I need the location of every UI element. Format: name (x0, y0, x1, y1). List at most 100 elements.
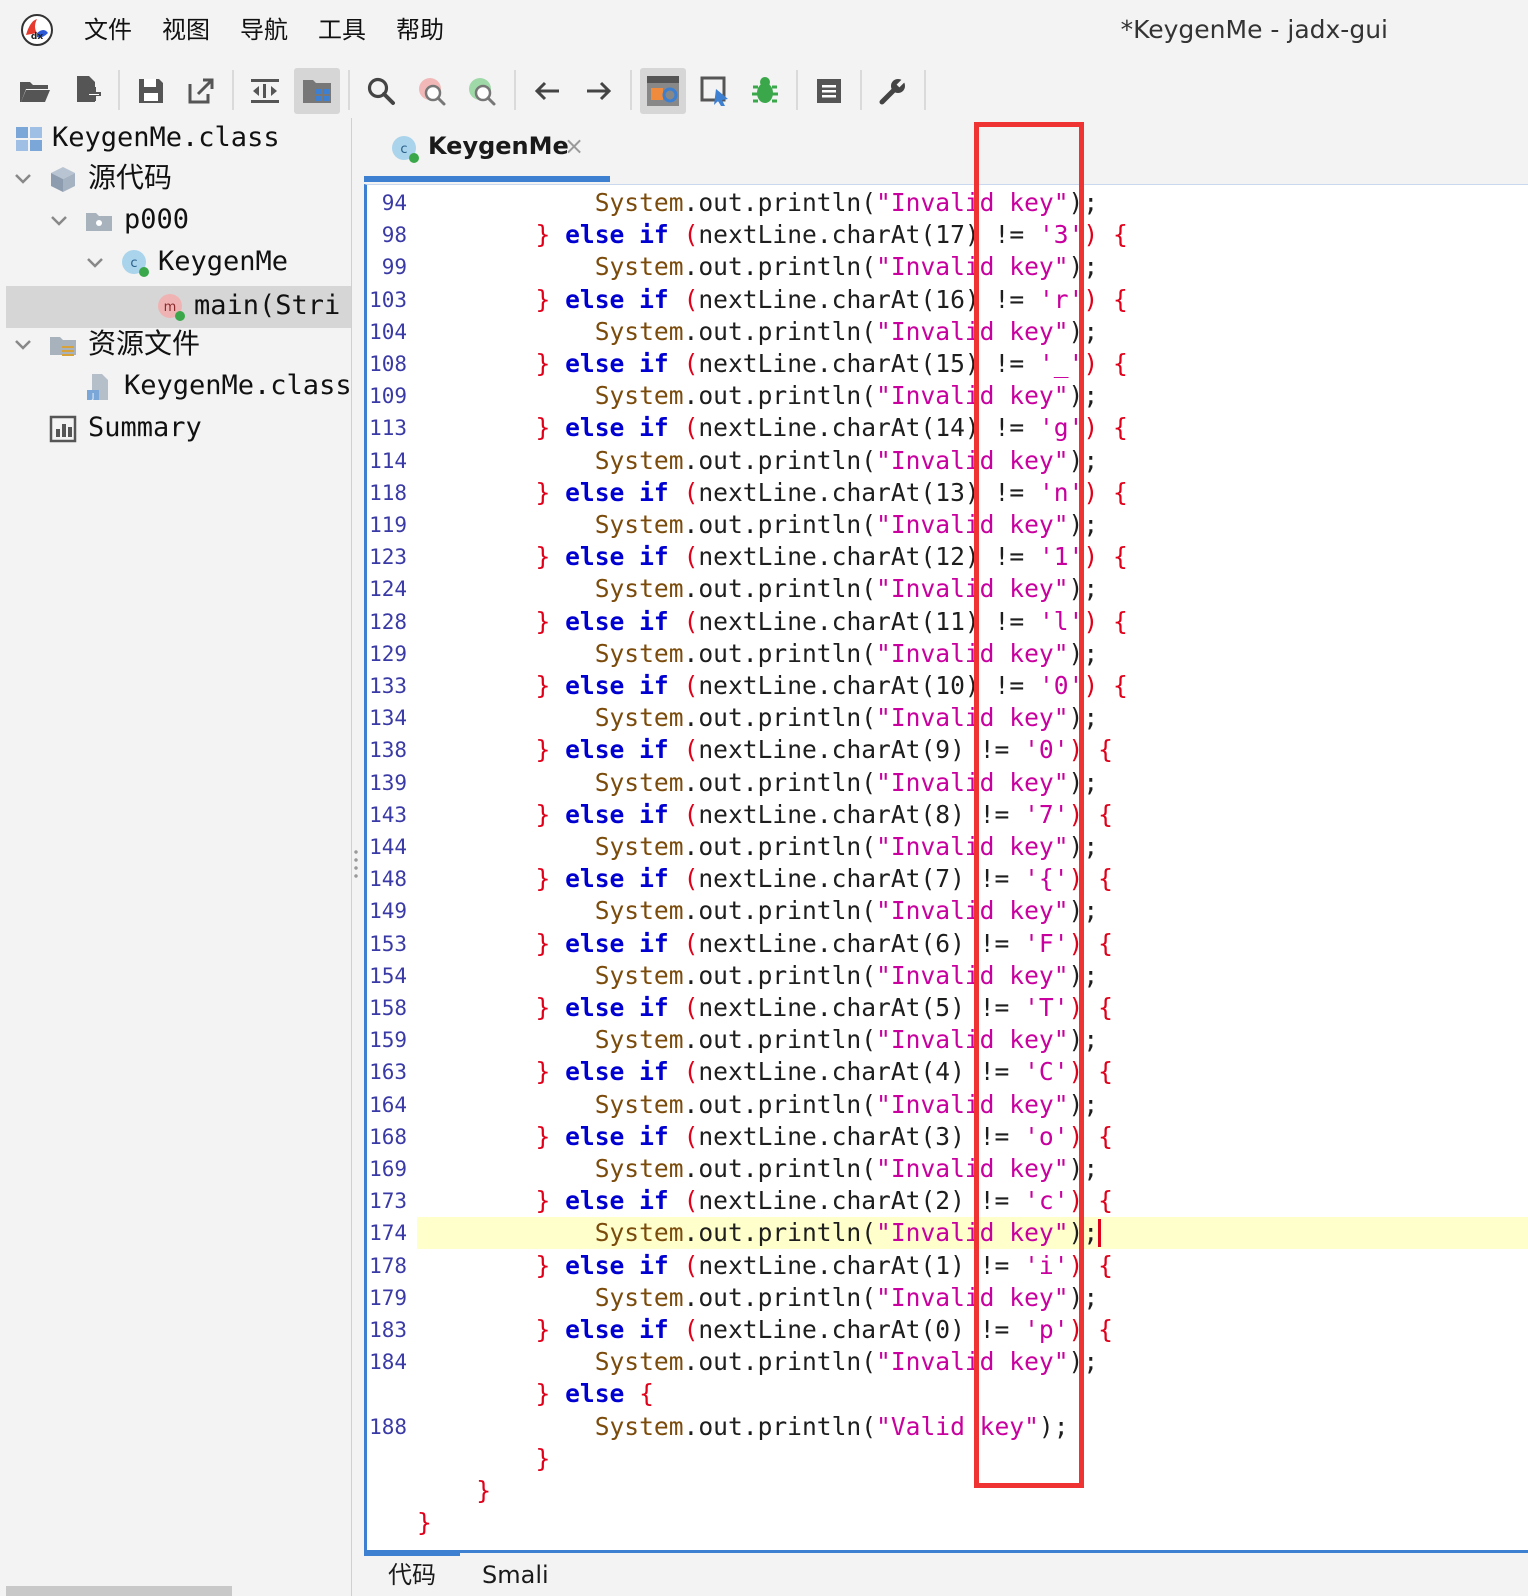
code-line[interactable]: 184 System.out.println("Invalid key"); (367, 1346, 1528, 1378)
code-line[interactable]: } (367, 1475, 1528, 1507)
code-token: "Invalid key" (876, 638, 1069, 668)
code-line[interactable]: 94 System.out.println("Invalid key"); (367, 187, 1528, 219)
tab-keygenme[interactable]: c KeygenMe × (364, 118, 610, 184)
tree-item-class[interactable]: c KeygenMe (6, 242, 351, 284)
code-editor[interactable]: 94 System.out.println("Invalid key"); 98 … (364, 184, 1528, 1550)
code-line[interactable]: } (367, 1507, 1528, 1539)
chevron-down-icon[interactable] (82, 250, 108, 276)
tab-smali[interactable]: Smali (482, 1559, 549, 1591)
code-token: ); (1068, 1154, 1099, 1183)
code-line[interactable]: 134 System.out.println("Invalid key"); (367, 702, 1528, 734)
code-line[interactable]: 114 System.out.println("Invalid key"); (367, 445, 1528, 477)
code-token: .out.println( (683, 1282, 877, 1312)
code-line[interactable]: 159 System.out.println("Invalid key"); (367, 1024, 1528, 1056)
menu-navigation[interactable]: 导航 (240, 14, 288, 46)
code-line[interactable]: 144 System.out.println("Invalid key"); (367, 831, 1528, 863)
tree-horizontal-scrollbar[interactable] (6, 1586, 232, 1596)
tree-item-summary[interactable]: Summary (6, 408, 351, 450)
code-line[interactable]: 123 } else if (nextLine.charAt(12) != '1… (367, 541, 1528, 573)
quark-button[interactable] (692, 68, 738, 114)
code-line[interactable]: 118 } else if (nextLine.charAt(13) != 'n… (367, 477, 1528, 509)
code-line[interactable]: 163 } else if (nextLine.charAt(4) != 'C'… (367, 1056, 1528, 1088)
code-line[interactable]: 188 System.out.println("Valid key"); (367, 1411, 1528, 1443)
preferences-button[interactable] (870, 68, 916, 114)
chevron-down-icon[interactable] (10, 332, 36, 358)
tree-item-root[interactable]: KeygenMe.class (6, 118, 351, 160)
code-line[interactable]: 158 } else if (nextLine.charAt(5) != 'T'… (367, 992, 1528, 1024)
save-button[interactable] (128, 68, 174, 114)
tree-item-source-code[interactable]: 源代码 (6, 158, 351, 200)
menu-file[interactable]: 文件 (84, 14, 132, 46)
code-token: .out.println( (683, 188, 877, 217)
code-line[interactable]: 149 System.out.println("Invalid key"); (367, 895, 1528, 927)
search-button[interactable] (358, 68, 404, 114)
back-button[interactable] (524, 68, 570, 114)
code-line[interactable]: 103 } else if (nextLine.charAt(16) != 'r… (367, 284, 1528, 316)
code-line[interactable]: 119 System.out.println("Invalid key"); (367, 509, 1528, 541)
tree-item-package[interactable]: p000 (6, 200, 351, 242)
code-line[interactable]: 128 } else if (nextLine.charAt(11) != 'l… (367, 606, 1528, 638)
code-line[interactable]: 148 } else if (nextLine.charAt(7) != '{'… (367, 863, 1528, 895)
chevron-down-icon[interactable] (46, 208, 72, 234)
code-token: System (594, 960, 684, 990)
menu-view[interactable]: 视图 (162, 14, 210, 46)
code-line[interactable]: 183 } else if (nextLine.charAt(0) != 'p'… (367, 1314, 1528, 1346)
code-line[interactable]: 168 } else if (nextLine.charAt(3) != 'o'… (367, 1121, 1528, 1153)
code-line[interactable]: 179 System.out.println("Invalid key"); (367, 1282, 1528, 1314)
debugger-button[interactable] (742, 68, 788, 114)
line-number: 173 (369, 1189, 407, 1214)
code-line[interactable]: 153 } else if (nextLine.charAt(6) != 'F'… (367, 928, 1528, 960)
code-token: { (1098, 993, 1113, 1022)
code-line[interactable]: 178 } else if (nextLine.charAt(1) != 'i'… (367, 1250, 1528, 1282)
code-line[interactable]: 99 System.out.println("Invalid key"); (367, 251, 1528, 283)
deobfuscation-button[interactable] (640, 68, 686, 114)
code-token: .out.println( (683, 1347, 877, 1377)
code-line[interactable]: 139 System.out.println("Invalid key"); (367, 767, 1528, 799)
tab-code[interactable]: 代码 (388, 1559, 436, 1591)
flatten-packages-button[interactable] (294, 68, 340, 114)
log-viewer-button[interactable] (806, 68, 852, 114)
code-token: ( (683, 1186, 699, 1216)
code-line[interactable]: } (367, 1443, 1528, 1475)
tree-item-method[interactable]: m main(Stri (6, 286, 351, 328)
code-line[interactable]: 129 System.out.println("Invalid key"); (367, 638, 1528, 670)
code-line[interactable]: 143 } else if (nextLine.charAt(8) != '7'… (367, 799, 1528, 831)
tree-item-resource-file[interactable]: J KeygenMe.class (6, 366, 351, 408)
panel-splitter[interactable] (352, 118, 360, 1596)
code-line[interactable]: 174 System.out.println("Invalid key"); (367, 1217, 1528, 1250)
code-line[interactable]: 113 } else if (nextLine.charAt(14) != 'g… (367, 412, 1528, 444)
code-line[interactable]: 138 } else if (nextLine.charAt(9) != '0'… (367, 734, 1528, 766)
close-icon[interactable]: × (564, 132, 584, 160)
code-line[interactable]: 164 System.out.println("Invalid key"); (367, 1089, 1528, 1121)
sync-editor-button[interactable] (242, 68, 288, 114)
code-line[interactable]: 169 System.out.println("Invalid key"); (367, 1153, 1528, 1185)
bottom-tab-bar: 代码 Smali (364, 1550, 1528, 1596)
open-file-button[interactable] (12, 68, 58, 114)
code-line[interactable]: 108 } else if (nextLine.charAt(15) != '_… (367, 348, 1528, 380)
find-class-button[interactable] (410, 68, 456, 114)
menu-tools[interactable]: 工具 (318, 14, 366, 46)
code-token: ) (1068, 1250, 1084, 1280)
code-token: "Invalid key" (876, 767, 1069, 797)
chevron-down-icon[interactable] (10, 166, 36, 192)
code-line[interactable]: 109 System.out.println("Invalid key"); (367, 380, 1528, 412)
class-icon: c (392, 136, 419, 163)
add-files-button[interactable] (64, 68, 110, 114)
find-usage-button[interactable] (460, 68, 506, 114)
tree-item-resources[interactable]: 资源文件 (6, 324, 351, 366)
forward-button[interactable] (576, 68, 622, 114)
code-line[interactable]: 133 } else if (nextLine.charAt(10) != '0… (367, 670, 1528, 702)
code-line[interactable]: 98 } else if (nextLine.charAt(17) != '3'… (367, 219, 1528, 251)
menu-help[interactable]: 帮助 (396, 14, 444, 46)
code-token: nextLine.charAt(13) != (698, 477, 1039, 507)
code-line[interactable]: } else { (367, 1378, 1528, 1410)
export-button[interactable] (178, 68, 224, 114)
code-line[interactable]: 173 } else if (nextLine.charAt(2) != 'c'… (367, 1185, 1528, 1217)
code-line[interactable]: 124 System.out.println("Invalid key"); (367, 573, 1528, 605)
code-line[interactable]: 104 System.out.println("Invalid key"); (367, 316, 1528, 348)
code-line[interactable]: 154 System.out.println("Invalid key"); (367, 960, 1528, 992)
